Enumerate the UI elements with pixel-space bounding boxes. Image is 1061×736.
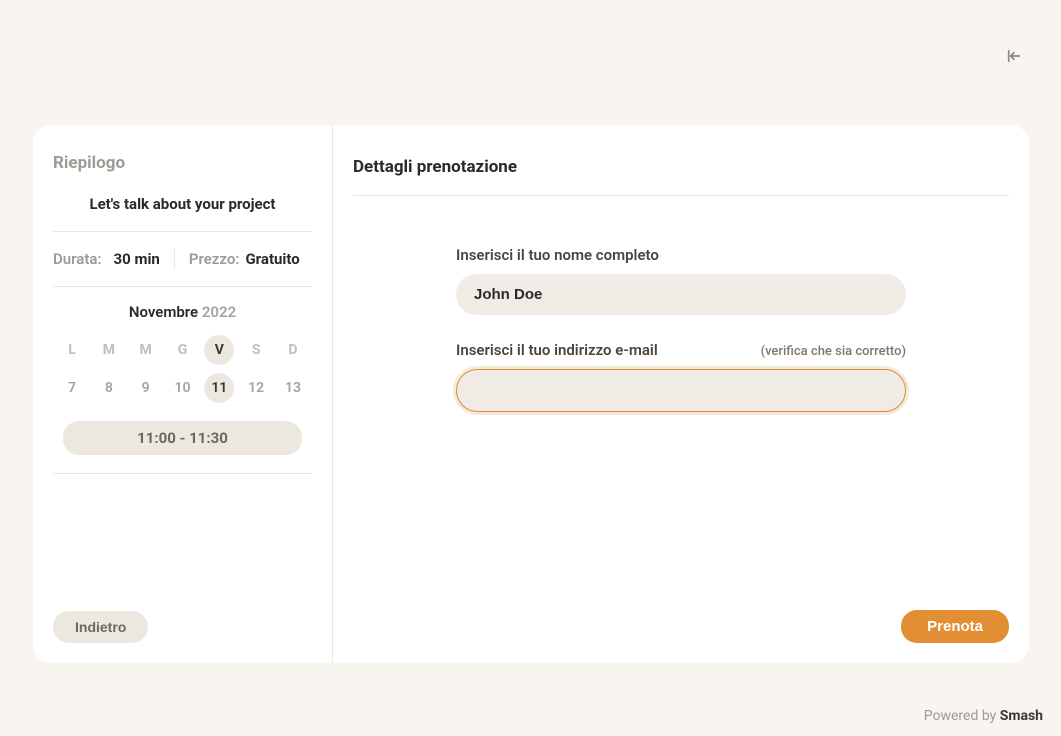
month-year: 2022 (202, 303, 236, 321)
date-cell[interactable]: 7 (57, 373, 87, 403)
name-label: Inserisci il tuo nome completo (456, 246, 906, 264)
weekday-headers: L M M G V S D (53, 335, 312, 365)
weekday-header: G (167, 335, 197, 365)
email-hint: (verifica che sia corretto) (761, 344, 906, 359)
date-cell[interactable]: 9 (131, 373, 161, 403)
book-button[interactable]: Prenota (901, 610, 1009, 643)
time-slot-chip[interactable]: 11:00 - 11:30 (63, 421, 302, 455)
meta-row: Durata: 30 min Prezzo: Gratuito (53, 248, 312, 287)
email-label-row: Inserisci il tuo indirizzo e-mail (verif… (456, 341, 906, 359)
summary-title: Riepilogo (53, 153, 312, 173)
duration-label: Durata: (53, 250, 102, 268)
date-cell[interactable]: 8 (94, 373, 124, 403)
date-cell-selected[interactable]: 11 (204, 373, 234, 403)
weekday-header: L (57, 335, 87, 365)
weekday-header: V (204, 335, 234, 365)
footer-prefix: Powered by (924, 708, 1000, 724)
date-cell[interactable]: 13 (278, 373, 308, 403)
meta-divider (174, 248, 175, 270)
price-value: Gratuito (245, 250, 299, 268)
footer-credit: Powered by Smash (924, 708, 1043, 724)
collapse-icon (1005, 48, 1023, 64)
footer-brand: Smash (1000, 708, 1043, 724)
details-panel: Dettagli prenotazione Inserisci il tuo n… (333, 125, 1029, 663)
price-label: Prezzo: (189, 250, 240, 268)
weekday-header: M (131, 335, 161, 365)
date-cell[interactable]: 12 (241, 373, 271, 403)
month-display: Novembre 2022 (53, 303, 312, 321)
sidebar-divider (53, 473, 312, 474)
project-title: Let's talk about your project (53, 195, 312, 232)
weekday-header: M (94, 335, 124, 365)
month-name: Novembre (129, 303, 198, 321)
back-button[interactable]: Indietro (53, 611, 148, 643)
booking-card: Riepilogo Let's talk about your project … (33, 125, 1029, 663)
name-input[interactable] (456, 274, 906, 315)
details-title: Dettagli prenotazione (353, 157, 1009, 196)
email-label: Inserisci il tuo indirizzo e-mail (456, 341, 658, 359)
date-cell[interactable]: 10 (167, 373, 197, 403)
email-input[interactable] (456, 369, 906, 412)
weekday-header: S (241, 335, 271, 365)
week-dates: 7 8 9 10 11 12 13 (53, 373, 312, 403)
duration-value: 30 min (114, 250, 160, 268)
summary-sidebar: Riepilogo Let's talk about your project … (33, 125, 333, 663)
form-area: Inserisci il tuo nome completo Inserisci… (456, 246, 906, 412)
collapse-button[interactable] (1005, 48, 1023, 68)
weekday-header: D (278, 335, 308, 365)
